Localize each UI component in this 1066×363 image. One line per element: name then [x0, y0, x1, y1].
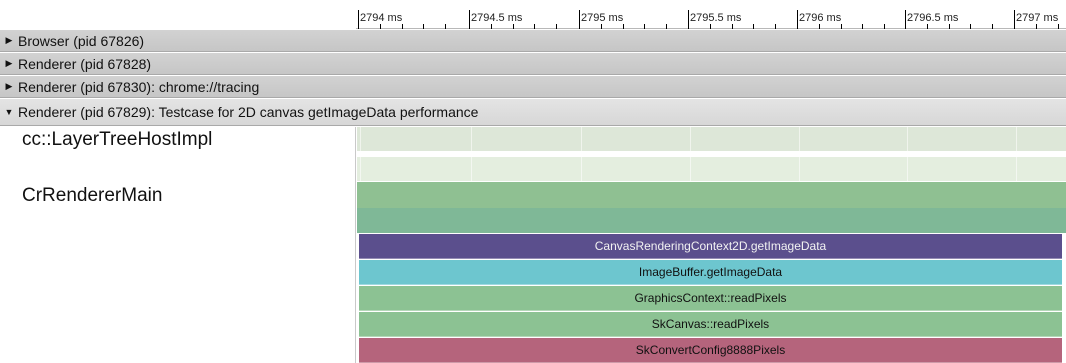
- ruler-tick-label: 2796.5 ms: [907, 12, 959, 24]
- ruler-minor-tick: [753, 24, 754, 29]
- ruler-tick-label: 2794.5 ms: [471, 12, 523, 24]
- slice-skcanvas-readpixels[interactable]: SkCanvas::readPixels: [359, 312, 1062, 337]
- grid-line: [799, 127, 800, 181]
- process-label: Browser (pid 67826): [18, 32, 145, 49]
- ruler-minor-tick: [534, 24, 535, 29]
- slice-skconvertconfig8888pixels[interactable]: SkConvertConfig8888Pixels: [359, 338, 1062, 363]
- ruler-minor-tick: [949, 24, 950, 29]
- ruler-minor-tick: [623, 24, 624, 29]
- ruler-major-tick: [1014, 10, 1015, 29]
- ruler-minor-tick: [666, 24, 667, 29]
- compositor-band: [357, 127, 1066, 151]
- process-row-renderer-67830[interactable]: ▶ Renderer (pid 67830): chrome://tracing: [0, 76, 1066, 98]
- ruler-tick-label: 2796 ms: [799, 12, 842, 24]
- time-ruler[interactable]: 2794 ms 2794.5 ms 2795 ms 2795.5 ms 2796…: [0, 0, 1066, 29]
- process-row-browser[interactable]: ▶ Browser (pid 67826): [0, 30, 1066, 52]
- ruler-minor-tick: [710, 24, 711, 29]
- expand-arrow-icon[interactable]: ▶: [0, 35, 18, 46]
- expand-arrow-icon[interactable]: ▶: [0, 81, 18, 92]
- trace-viewer: 2794 ms 2794.5 ms 2795 ms 2795.5 ms 2796…: [0, 0, 1066, 363]
- ruler-minor-tick: [970, 24, 971, 29]
- slice-getimagedata-context[interactable]: CanvasRenderingContext2D.getImageData: [359, 234, 1062, 259]
- main-thread-band: [357, 208, 1066, 233]
- expand-arrow-icon[interactable]: ▶: [0, 58, 18, 69]
- ruler-minor-tick: [884, 24, 885, 29]
- ruler-minor-tick: [445, 24, 446, 29]
- ruler-minor-tick: [644, 24, 645, 29]
- ruler-minor-tick: [556, 24, 557, 29]
- ruler-minor-tick: [491, 24, 492, 29]
- process-label: Renderer (pid 67830): chrome://tracing: [18, 78, 260, 95]
- ruler-minor-tick: [380, 24, 381, 29]
- grid-line: [690, 127, 691, 181]
- grid-line: [581, 127, 582, 181]
- ruler-minor-tick: [601, 24, 602, 29]
- main-thread-track[interactable]: CanvasRenderingContext2D.getImageData Im…: [357, 182, 1066, 363]
- grid-line: [360, 127, 361, 181]
- collapse-arrow-icon[interactable]: ▼: [0, 107, 18, 117]
- main-thread-band: [357, 182, 1066, 208]
- ruler-major-tick: [905, 10, 906, 29]
- ruler-major-tick: [358, 10, 359, 29]
- slice-imagebuffer-getimagedata[interactable]: ImageBuffer.getImageData: [359, 260, 1062, 285]
- thread-label-column: [0, 127, 356, 363]
- thread-label-main: CrRendererMain: [22, 185, 163, 206]
- ruler-minor-tick: [927, 24, 928, 29]
- ruler-minor-tick: [992, 24, 993, 29]
- grid-line: [1016, 127, 1017, 181]
- ruler-major-tick: [579, 10, 580, 29]
- ruler-minor-tick: [402, 24, 403, 29]
- ruler-minor-tick: [1058, 24, 1059, 29]
- ruler-tick-label: 2797 ms: [1016, 12, 1059, 24]
- ruler-major-tick: [469, 10, 470, 29]
- ruler-minor-tick: [423, 24, 424, 29]
- ruler-tick-label: 2795.5 ms: [690, 12, 742, 24]
- ruler-tick-label: 2795 ms: [581, 12, 624, 24]
- thread-label-compositor: cc::LayerTreeHostImpl: [22, 129, 213, 150]
- ruler-minor-tick: [841, 24, 842, 29]
- process-label: Renderer (pid 67829): Testcase for 2D ca…: [18, 104, 479, 120]
- process-label: Renderer (pid 67828): [18, 55, 152, 72]
- compositor-thread-track[interactable]: [357, 127, 1066, 181]
- ruler-major-tick: [797, 10, 798, 29]
- ruler-minor-tick: [732, 24, 733, 29]
- ruler-track[interactable]: 2794 ms 2794.5 ms 2795 ms 2795.5 ms 2796…: [356, 0, 1066, 29]
- ruler-minor-tick: [862, 24, 863, 29]
- process-row-renderer-67829[interactable]: ▼ Renderer (pid 67829): Testcase for 2D …: [0, 99, 1066, 126]
- ruler-minor-tick: [513, 24, 514, 29]
- ruler-tick-label: 2794 ms: [360, 12, 403, 24]
- ruler-minor-tick: [1036, 24, 1037, 29]
- ruler-minor-tick: [775, 24, 776, 29]
- compositor-band: [357, 157, 1066, 181]
- slice-graphicscontext-readpixels[interactable]: GraphicsContext::readPixels: [359, 286, 1062, 311]
- process-row-renderer-67828[interactable]: ▶ Renderer (pid 67828): [0, 53, 1066, 75]
- ruler-major-tick: [688, 10, 689, 29]
- grid-line: [907, 127, 908, 181]
- grid-line: [471, 127, 472, 181]
- ruler-minor-tick: [819, 24, 820, 29]
